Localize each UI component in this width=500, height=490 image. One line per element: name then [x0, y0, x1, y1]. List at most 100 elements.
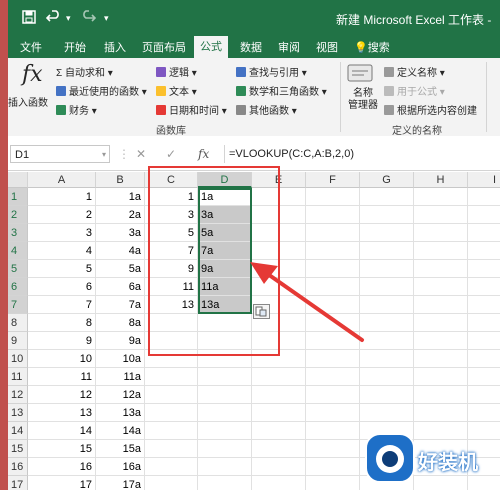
cell-c16[interactable] [145, 458, 198, 476]
create-from-selection-button[interactable]: 根据所选内容创建 [384, 102, 477, 117]
cell-c12[interactable] [145, 386, 198, 404]
cell-a4[interactable]: 4 [28, 242, 96, 260]
cell-g13[interactable] [360, 404, 414, 422]
row-header[interactable]: 4 [8, 242, 28, 260]
tab-data[interactable]: 数据 [240, 39, 262, 55]
customize-qat-icon[interactable]: ▾ [104, 13, 109, 24]
undo-icon[interactable] [45, 10, 64, 27]
cell-b9[interactable]: 9a [96, 332, 145, 350]
cell-c17[interactable] [145, 476, 198, 490]
cell-c2[interactable]: 3 [145, 206, 198, 224]
save-icon[interactable] [22, 10, 36, 27]
cell-h1[interactable] [414, 188, 468, 206]
row-header[interactable]: 12 [8, 386, 28, 404]
cell-a7[interactable]: 7 [28, 296, 96, 314]
logical-button[interactable]: 逻辑 ▾ [156, 64, 197, 79]
cell-i11[interactable] [468, 368, 500, 386]
tab-view[interactable]: 视图 [316, 39, 338, 55]
cell-h5[interactable] [414, 260, 468, 278]
row-header[interactable]: 2 [8, 206, 28, 224]
cell-a12[interactable]: 12 [28, 386, 96, 404]
cell-g4[interactable] [360, 242, 414, 260]
cell-g1[interactable] [360, 188, 414, 206]
tab-search[interactable]: 💡搜索 [354, 39, 390, 55]
column-header-h[interactable]: H [414, 172, 468, 188]
cell-h8[interactable] [414, 314, 468, 332]
cell-d17[interactable] [198, 476, 252, 490]
cell-f17[interactable] [306, 476, 360, 490]
use-in-formula-button[interactable]: 用于公式 ▾ [384, 83, 445, 98]
cell-i4[interactable] [468, 242, 500, 260]
cell-h6[interactable] [414, 278, 468, 296]
cell-g6[interactable] [360, 278, 414, 296]
cell-a1[interactable]: 1 [28, 188, 96, 206]
math-button[interactable]: 数学和三角函数 ▾ [236, 83, 327, 98]
cell-b12[interactable]: 12a [96, 386, 145, 404]
cell-h13[interactable] [414, 404, 468, 422]
cell-i13[interactable] [468, 404, 500, 422]
cell-a16[interactable]: 16 [28, 458, 96, 476]
undo-dropdown-icon[interactable]: ▾ [66, 13, 71, 24]
cell-h11[interactable] [414, 368, 468, 386]
name-box-dropdown-icon[interactable]: ▾ [102, 150, 106, 159]
cell-c13[interactable] [145, 404, 198, 422]
cell-a2[interactable]: 2 [28, 206, 96, 224]
cell-e16[interactable] [252, 458, 306, 476]
cell-b4[interactable]: 4a [96, 242, 145, 260]
cell-c4[interactable]: 7 [145, 242, 198, 260]
cell-g8[interactable] [360, 314, 414, 332]
cell-d12[interactable] [198, 386, 252, 404]
cell-b3[interactable]: 3a [96, 224, 145, 242]
tab-page-layout[interactable]: 页面布局 [142, 39, 186, 55]
insert-function-icon[interactable]: fx [22, 62, 43, 87]
cell-b16[interactable]: 16a [96, 458, 145, 476]
cell-g10[interactable] [360, 350, 414, 368]
cell-i5[interactable] [468, 260, 500, 278]
cell-g12[interactable] [360, 386, 414, 404]
autosum-button[interactable]: Σ 自动求和 ▾ [56, 64, 113, 79]
cell-c8[interactable] [145, 314, 198, 332]
row-header[interactable]: 1 [8, 188, 28, 206]
cell-c15[interactable] [145, 440, 198, 458]
cell-f15[interactable] [306, 440, 360, 458]
column-header-i[interactable]: I [468, 172, 500, 188]
cell-h9[interactable] [414, 332, 468, 350]
row-header[interactable]: 16 [8, 458, 28, 476]
cell-e14[interactable] [252, 422, 306, 440]
financial-button[interactable]: 财务 ▾ [56, 102, 97, 117]
row-header[interactable]: 9 [8, 332, 28, 350]
tab-home[interactable]: 开始 [64, 39, 86, 55]
cell-g3[interactable] [360, 224, 414, 242]
cell-i10[interactable] [468, 350, 500, 368]
formula-input[interactable]: =VLOOKUP(C:C,A:B,2,0) [224, 145, 500, 163]
column-header-d[interactable]: D [198, 172, 252, 188]
row-header[interactable]: 11 [8, 368, 28, 386]
row-header[interactable]: 7 [8, 296, 28, 314]
row-header[interactable]: 5 [8, 260, 28, 278]
tab-formulas[interactable]: 公式 [194, 36, 228, 58]
cell-d16[interactable] [198, 458, 252, 476]
name-manager-button[interactable]: 名称 管理器 [348, 88, 378, 112]
cell-a13[interactable]: 13 [28, 404, 96, 422]
cell-g11[interactable] [360, 368, 414, 386]
cell-i7[interactable] [468, 296, 500, 314]
cell-a6[interactable]: 6 [28, 278, 96, 296]
cell-c10[interactable] [145, 350, 198, 368]
cell-a15[interactable]: 15 [28, 440, 96, 458]
cell-f12[interactable] [306, 386, 360, 404]
cell-e13[interactable] [252, 404, 306, 422]
cell-a3[interactable]: 3 [28, 224, 96, 242]
cell-b1[interactable]: 1a [96, 188, 145, 206]
other-functions-button[interactable]: 其他函数 ▾ [236, 102, 297, 117]
recent-functions-button[interactable]: 最近使用的函数 ▾ [56, 83, 147, 98]
cell-d1[interactable]: 1a [198, 188, 252, 206]
name-box[interactable]: D1 [10, 145, 110, 163]
cell-c7[interactable]: 13 [145, 296, 198, 314]
cell-d11[interactable] [198, 368, 252, 386]
cell-a10[interactable]: 10 [28, 350, 96, 368]
column-header-a[interactable]: A [28, 172, 96, 188]
cell-g2[interactable] [360, 206, 414, 224]
cell-b15[interactable]: 15a [96, 440, 145, 458]
cell-e17[interactable] [252, 476, 306, 490]
cell-d10[interactable] [198, 350, 252, 368]
